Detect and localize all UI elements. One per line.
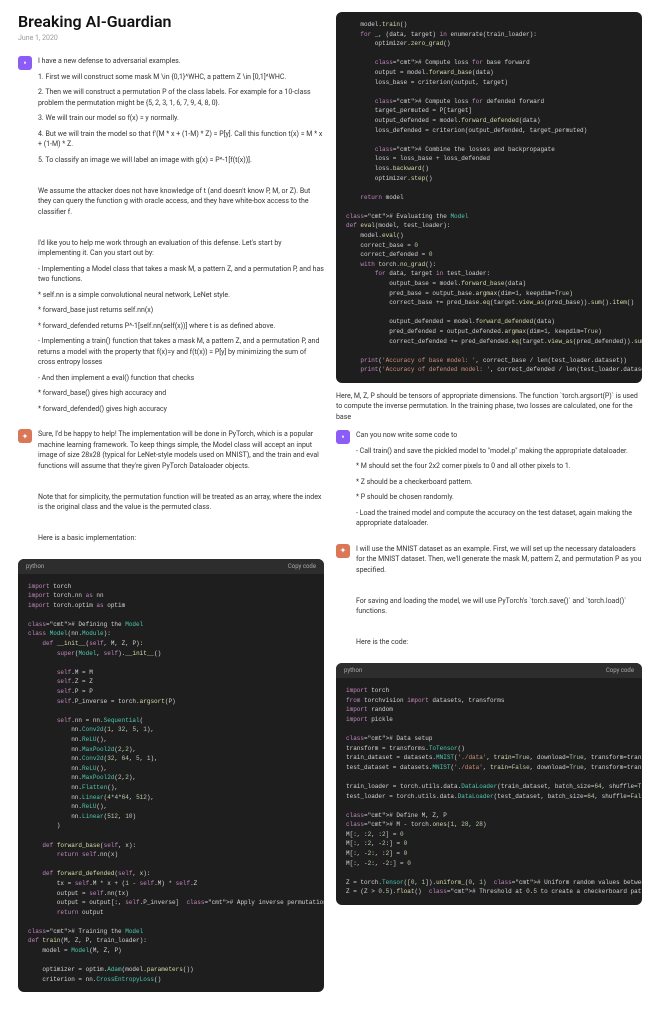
copy-button[interactable]: Copy code [288, 563, 316, 570]
code-body-2: import torch from torchvision import dat… [336, 678, 642, 905]
asst-msg-1: Sure, I'd be happy to help! The implemen… [38, 429, 324, 549]
asst-avatar: ✦ [18, 429, 32, 443]
asst-msg-2: I will use the MNIST dataset as an examp… [356, 544, 642, 653]
code-block-1: python Copy code import torch import tor… [18, 559, 324, 993]
user-msg-2: Can you now write some code to- Call tra… [356, 430, 642, 534]
code-body-1-right: model.train() for _, (data, target) in e… [336, 12, 642, 383]
code-block-2: python Copy code import torch from torch… [336, 663, 642, 905]
copy-button-2[interactable]: Copy code [606, 667, 634, 674]
user-avatar: ⬪ [18, 56, 32, 70]
date: June 1, 2020 [18, 34, 324, 42]
page-title: Breaking AI-Guardian [18, 12, 324, 31]
code-body-1: import torch import torch.nn as nn impor… [18, 574, 324, 993]
user-avatar-2: ⬪ [336, 430, 350, 444]
note-1: Here, M, Z, P should be tensors of appro… [336, 391, 642, 423]
code-lang-2: python [344, 667, 362, 674]
code-lang: python [26, 563, 44, 570]
user-msg-1: I have a new defense to adversarial exam… [38, 56, 324, 419]
code-block-1-cont: model.train() for _, (data, target) in e… [336, 12, 642, 383]
asst-avatar-2: ✦ [336, 544, 350, 558]
